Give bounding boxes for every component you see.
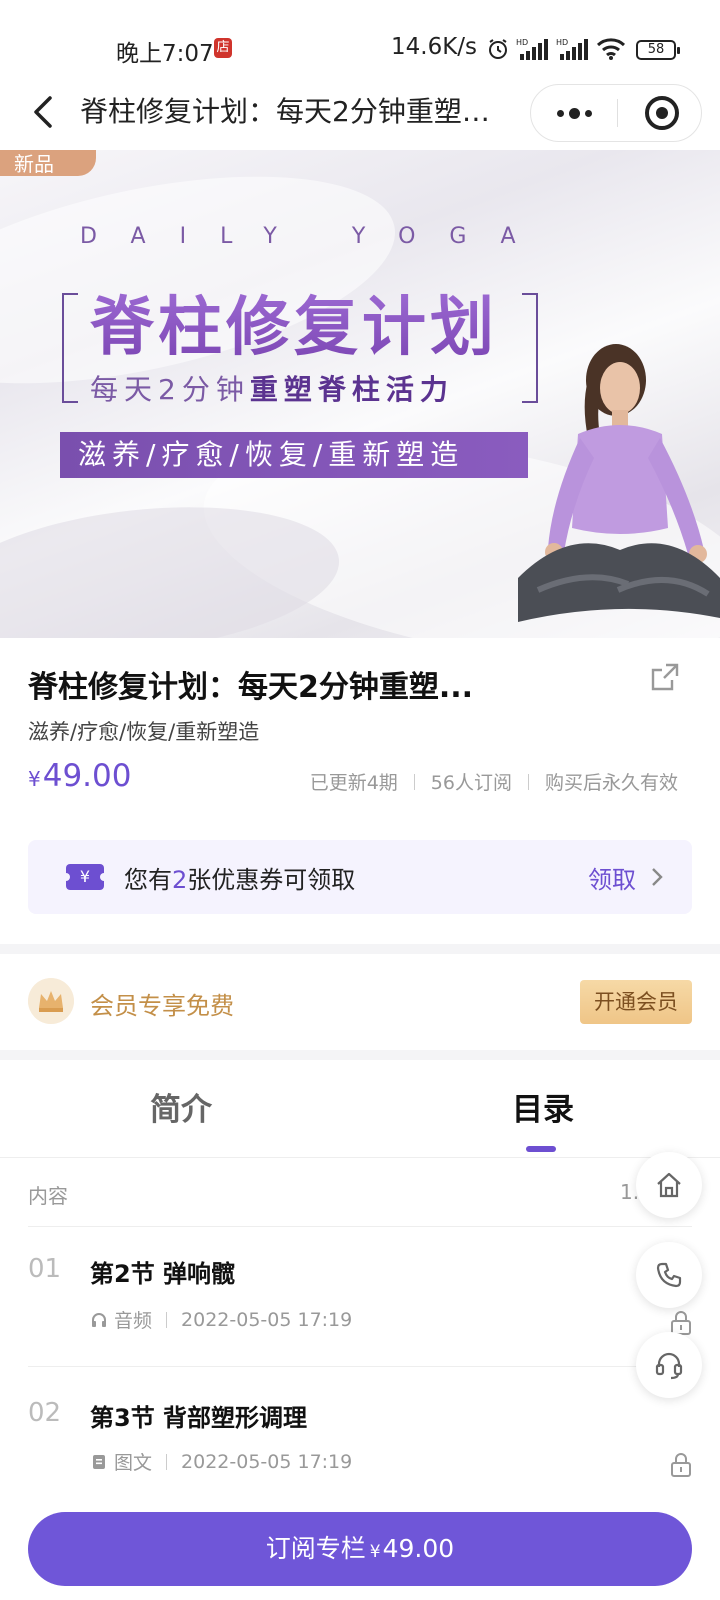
price-value: 49.00	[42, 758, 132, 794]
course-banner: 新品 DAILY YOGA 脊柱修复计划 每天2分钟重塑脊柱活力 滋养/疗愈/恢…	[0, 150, 720, 638]
item-meta: 音频 2022-05-05 17:19	[90, 1306, 352, 1333]
home-icon	[657, 1172, 681, 1198]
shop-badge-icon: 店	[214, 38, 232, 58]
item-type: 音频	[114, 1310, 153, 1332]
share-icon[interactable]	[648, 660, 682, 694]
coupon-suffix: 张优惠券可领取	[187, 866, 356, 894]
subscribe-label: 订阅专栏	[265, 1534, 366, 1563]
item-title[interactable]: 第2节 弹响髋	[90, 1254, 235, 1289]
coupon-ticket-icon: ¥	[62, 864, 108, 890]
wifi-icon	[596, 38, 626, 60]
product-title: 脊柱修复计划：每天2分钟重塑...	[28, 670, 474, 705]
coupon-text: 您有2张优惠券可领取	[124, 860, 355, 895]
update-count: 已更新4期	[309, 772, 398, 794]
headphone-icon	[92, 1312, 106, 1327]
more-dots-icon[interactable]	[531, 85, 617, 141]
section-gap	[0, 1050, 720, 1060]
capsule-divider	[617, 99, 618, 127]
home-float-button[interactable]	[636, 1152, 702, 1218]
banner-subtitle-bold: 重塑脊柱活力	[249, 373, 454, 406]
chevron-right-icon	[652, 868, 663, 886]
page-title: 脊柱修复计划：每天2分钟重塑脊柱活力	[80, 95, 500, 128]
mini-program-capsule	[530, 84, 702, 142]
crown-icon	[28, 978, 74, 1024]
list-divider	[28, 1226, 692, 1227]
bottom-bar: 订阅专栏 ¥49.00	[0, 1494, 720, 1600]
subscribe-currency: ¥	[369, 1542, 381, 1562]
open-membership-button[interactable]: 开通会员	[580, 980, 692, 1024]
list-divider	[28, 1366, 692, 1367]
back-arrow-icon[interactable]	[26, 92, 66, 132]
claim-coupon-link[interactable]: 领取	[588, 860, 636, 895]
signal-hd-2-icon: HD	[556, 38, 588, 60]
subscriber-count: 56人订阅	[430, 772, 512, 794]
battery-icon: 58	[636, 40, 680, 60]
lock-icon	[671, 1453, 691, 1477]
validity-text: 购买后永久有效	[544, 772, 678, 794]
phone-icon	[656, 1262, 682, 1288]
tab-catalog[interactable]: 目录	[512, 1084, 574, 1129]
item-meta: 图文 2022-05-05 17:19	[90, 1448, 352, 1475]
list-header: 内容	[28, 1184, 68, 1208]
phone-float-button[interactable]	[636, 1242, 702, 1308]
member-free-text: 会员专享免费	[90, 992, 234, 1020]
network-speed: 14.6K/s	[391, 34, 478, 60]
item-type: 图文	[114, 1452, 153, 1474]
section-gap	[0, 944, 720, 954]
banner-title: 脊柱修复计划	[90, 276, 498, 368]
banner-tagline: 滋养/疗愈/恢复/重新塑造	[60, 432, 528, 478]
service-float-button[interactable]	[636, 1332, 702, 1398]
signal-hd-icon: HD	[516, 38, 548, 60]
svg-text:HD: HD	[516, 38, 528, 47]
member-section: 会员专享免费 开通会员	[0, 954, 720, 1050]
item-title[interactable]: 第3节 背部塑形调理	[90, 1398, 307, 1433]
headset-icon	[655, 1352, 683, 1380]
svg-text:HD: HD	[556, 38, 568, 47]
banner-subtitle-plain: 每天2分钟	[90, 373, 250, 406]
subscribe-price: 49.00	[382, 1534, 455, 1563]
content-tabs: 简介 目录	[0, 1060, 720, 1158]
document-icon	[93, 1454, 105, 1469]
subscribe-button[interactable]: 订阅专栏 ¥49.00	[28, 1512, 692, 1586]
coupon-count: 2	[172, 866, 188, 894]
product-meta: 已更新4期 56人订阅 购买后永久有效	[310, 768, 678, 795]
nav-bar: 脊柱修复计划：每天2分钟重塑脊柱活力	[0, 78, 720, 150]
item-date: 2022-05-05 17:19	[181, 1308, 353, 1331]
price-currency: ¥	[28, 767, 41, 791]
status-time: 晚上7:07	[116, 41, 214, 67]
tab-intro[interactable]: 简介	[150, 1084, 212, 1129]
banner-subtitle: 每天2分钟重塑脊柱活力	[90, 368, 454, 408]
item-number: 01	[28, 1254, 62, 1284]
new-product-tag: 新品	[0, 150, 96, 176]
brand-text: DAILY YOGA	[80, 224, 550, 249]
product-subtitle: 滋养/疗愈/恢复/重新塑造	[28, 720, 260, 744]
coupon-banner[interactable]: ¥ 您有2张优惠券可领取 领取	[28, 840, 692, 914]
alarm-icon	[489, 39, 507, 59]
status-icons: HD HD	[486, 36, 626, 62]
yoga-woman-illustration	[518, 344, 720, 622]
coupon-prefix: 您有	[124, 866, 172, 894]
active-tab-indicator	[526, 1146, 556, 1152]
bracket-left	[62, 293, 78, 403]
item-date: 2022-05-05 17:19	[181, 1450, 353, 1473]
product-price: ¥49.00	[28, 758, 131, 794]
item-number: 02	[28, 1398, 62, 1428]
target-close-icon[interactable]	[645, 96, 679, 130]
